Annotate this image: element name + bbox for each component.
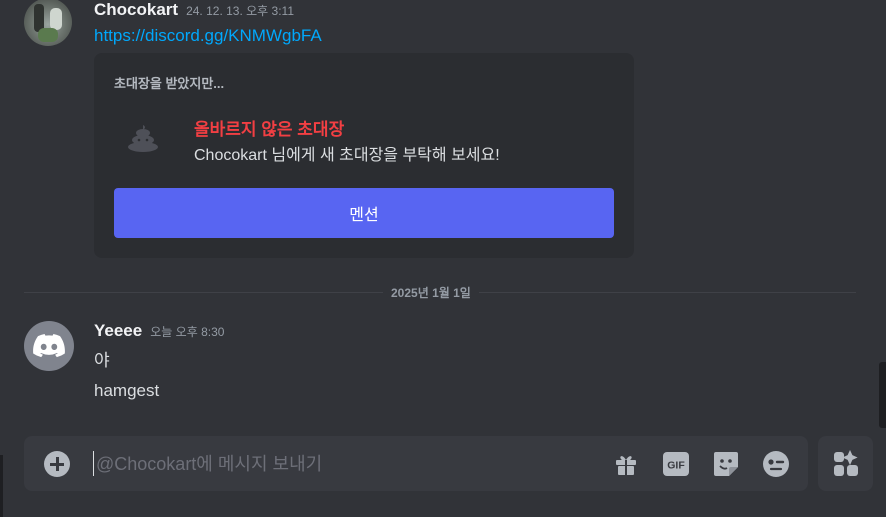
gif-icon[interactable]: GIF bbox=[662, 450, 690, 478]
emoji-icon[interactable] bbox=[762, 450, 790, 478]
sticker-icon[interactable] bbox=[712, 450, 740, 478]
message-input[interactable] bbox=[94, 447, 598, 481]
invite-link[interactable]: https://discord.gg/KNMWgbFA bbox=[94, 26, 322, 46]
avatar-yeeee[interactable] bbox=[24, 321, 74, 371]
invite-embed: 초대장을 받았지만... 올바르지 않은 초대장 Chocokart 님에게 새… bbox=[94, 53, 634, 258]
scrollbar-thumb[interactable] bbox=[879, 362, 886, 428]
left-edge bbox=[0, 455, 3, 517]
invite-error-heading: 올바르지 않은 초대장 bbox=[194, 120, 345, 139]
message-text: hamgest bbox=[94, 381, 160, 400]
username[interactable]: Chocokart bbox=[94, 0, 178, 20]
message-text: 야 bbox=[94, 351, 110, 370]
attach-plus-button[interactable] bbox=[44, 451, 70, 477]
apps-icon bbox=[833, 449, 858, 476]
app-launcher-button[interactable] bbox=[818, 436, 873, 491]
message-header: Yeeee 오늘 오후 8:30 bbox=[94, 321, 224, 341]
username[interactable]: Yeeee bbox=[94, 321, 142, 341]
chat-view: Chocokart 24. 12. 13. 오후 3:11 https://di… bbox=[0, 0, 886, 517]
discord-logo-icon bbox=[33, 334, 65, 358]
message-header: Chocokart 24. 12. 13. 오후 3:11 bbox=[94, 0, 294, 20]
invite-error-subtitle: Chocokart 님에게 새 초대장을 부탁해 보세요! bbox=[194, 147, 500, 164]
invalid-invite-icon bbox=[128, 125, 158, 152]
invite-embed-title: 초대장을 받았지만... bbox=[114, 76, 225, 91]
gift-icon[interactable] bbox=[612, 450, 640, 478]
avatar-chocokart[interactable] bbox=[24, 0, 72, 46]
message-composer: GIF bbox=[24, 436, 808, 491]
date-divider: 2025년 1월 1일 bbox=[383, 284, 479, 301]
mention-button[interactable]: 멘션 bbox=[114, 188, 614, 238]
message-timestamp: 오늘 오후 8:30 bbox=[150, 325, 225, 339]
gif-label: GIF bbox=[667, 460, 685, 472]
message-timestamp: 24. 12. 13. 오후 3:11 bbox=[186, 4, 295, 18]
